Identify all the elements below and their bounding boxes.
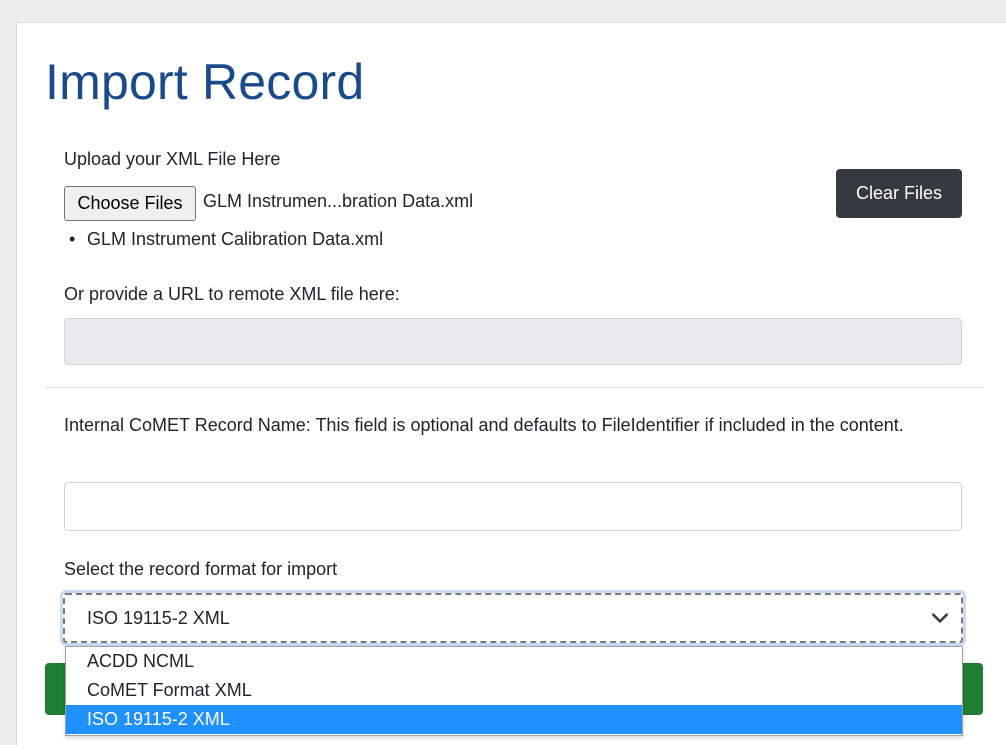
record-name-label: Internal CoMET Record Name: This field i…: [64, 415, 904, 435]
format-select[interactable]: ISO 19115-2 XML: [63, 593, 963, 643]
uploaded-file-list: GLM Instrument Calibration Data.xml: [69, 229, 383, 250]
clear-files-button[interactable]: Clear Files: [836, 169, 962, 218]
page-title: Import Record: [45, 54, 365, 110]
format-option-acdd-ncml[interactable]: ACDD NCML: [66, 647, 962, 676]
format-option-iso-19115-2[interactable]: ISO 19115-2 XML: [66, 705, 962, 734]
list-item: GLM Instrument Calibration Data.xml: [69, 229, 383, 250]
format-select-value: ISO 19115-2 XML: [87, 607, 230, 628]
format-dropdown-list: ACDD NCML CoMET Format XML ISO 19115-2 X…: [65, 646, 963, 736]
section-divider: [45, 387, 983, 388]
selected-file-name: GLM Instrumen...bration Data.xml: [203, 191, 474, 211]
upload-label: Upload your XML File Here: [64, 149, 281, 169]
url-input[interactable]: [64, 318, 962, 365]
choose-files-button[interactable]: Choose Files: [64, 186, 196, 221]
record-name-input[interactable]: [64, 482, 962, 531]
import-card: Import Record Upload your XML File Here …: [16, 22, 1006, 745]
format-option-comet-xml[interactable]: CoMET Format XML: [66, 676, 962, 705]
format-label: Select the record format for import: [64, 559, 338, 579]
chevron-down-icon: [932, 613, 948, 623]
url-label: Or provide a URL to remote XML file here…: [64, 284, 400, 304]
